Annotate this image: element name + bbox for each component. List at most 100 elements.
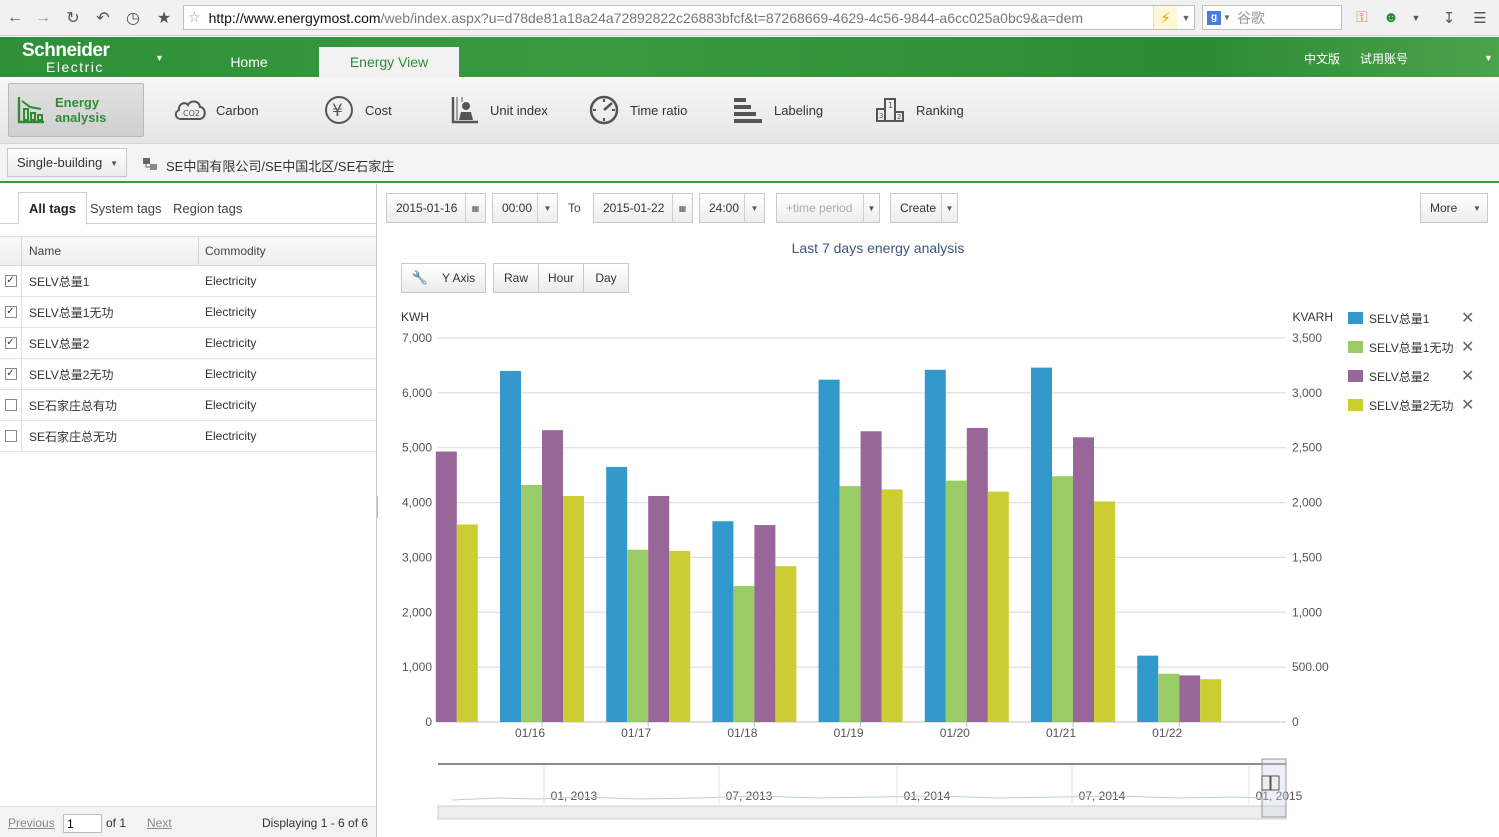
history-icon[interactable]: ◷ xyxy=(120,5,146,31)
checkbox[interactable]: ✓ xyxy=(4,306,17,318)
legend-item[interactable]: SELV总量2 ✕ xyxy=(1348,368,1474,385)
logo-line2: Electric xyxy=(46,59,104,75)
navigator-handle xyxy=(1270,775,1280,791)
remove-series-icon[interactable]: ✕ xyxy=(1461,366,1474,386)
menu-dropdown-icon[interactable]: ▼ xyxy=(1408,5,1424,30)
back-icon[interactable]: ← xyxy=(2,5,28,31)
checkbox[interactable] xyxy=(4,430,17,442)
tag-tabs: All tags System tags Region tags xyxy=(0,192,376,225)
tab-energy-view[interactable]: Energy View xyxy=(319,47,459,77)
ranking-icon: 13 2 xyxy=(872,92,908,128)
building-mode-label: Single-building xyxy=(17,155,103,170)
checkbox[interactable]: ✓ xyxy=(4,337,17,349)
tag-name: SE石家庄总有功 xyxy=(29,398,118,413)
legend-item[interactable]: SELV总量2无功 ✕ xyxy=(1348,397,1474,414)
legend-label: SELV总量1无功 xyxy=(1369,340,1454,355)
bar xyxy=(775,566,797,722)
chevron-down-icon[interactable]: ▼ xyxy=(1223,13,1231,22)
account-link[interactable]: 试用账号 xyxy=(1360,50,1408,67)
bar xyxy=(945,480,967,722)
download-icon[interactable]: ↧ xyxy=(1438,5,1460,30)
table-row[interactable]: ✓ SELV总量2 Electricity xyxy=(0,328,376,359)
legend-swatch xyxy=(1348,370,1363,382)
tag-rows: ✓ SELV总量1 Electricity ✓ SELV总量1无功 Electricity… xyxy=(0,266,376,452)
column-header-commodity[interactable]: Commodity xyxy=(199,237,376,265)
undo-icon[interactable]: ↶ xyxy=(90,5,116,31)
y-tick-label-left: 5,000 xyxy=(402,441,432,455)
tab-home[interactable]: Home xyxy=(199,47,299,77)
forward-icon[interactable]: → xyxy=(30,5,56,31)
bar xyxy=(881,489,903,722)
bar-chart: 0 1,000 2,000 3,000 4,000 5,000 6,000 7,000 0 500… xyxy=(401,310,1333,820)
tab-all-tags[interactable]: All tags xyxy=(18,192,87,225)
module-cost[interactable]: ¥ Cost xyxy=(321,83,421,137)
bar xyxy=(606,466,628,722)
checkbox[interactable] xyxy=(4,399,17,411)
schneider-logo[interactable]: Schneider Electric xyxy=(22,41,110,75)
y-tick-label-left: 6,000 xyxy=(402,386,432,400)
bar xyxy=(733,585,755,722)
legend-item[interactable]: SELV总量1无功 ✕ xyxy=(1348,339,1474,356)
speed-mode-icon[interactable]: ⚡ xyxy=(1153,6,1177,29)
remove-series-icon[interactable]: ✕ xyxy=(1461,337,1474,357)
chevron-down-icon[interactable]: ▼ xyxy=(1178,6,1194,29)
x-tick-label: 01/17 xyxy=(621,726,651,740)
address-bar[interactable]: ☆ http://www.energymost.com/web/index.as… xyxy=(183,5,1195,30)
module-labeling[interactable]: Labeling xyxy=(730,83,840,137)
chevron-down-icon[interactable]: ▼ xyxy=(155,53,164,63)
module-label: Unit index xyxy=(490,102,548,118)
tab-system-tags[interactable]: System tags xyxy=(80,192,172,224)
legend-label: SELV总量2无功 xyxy=(1369,398,1454,413)
building-bar: Single-building ▼ SE中国有限公司/SE中国北区/SE石家庄 xyxy=(0,144,1499,183)
user-icon[interactable]: ☻ xyxy=(1380,5,1402,30)
module-unit-index[interactable]: Unit index xyxy=(446,83,566,137)
table-row[interactable]: ✓ SELV总量2无功 Electricity xyxy=(0,359,376,390)
svg-text:CO2: CO2 xyxy=(183,109,200,118)
remove-series-icon[interactable]: ✕ xyxy=(1461,395,1474,415)
y-tick-label-left: 4,000 xyxy=(402,496,432,510)
bar xyxy=(669,550,691,722)
module-label: Energy analysis xyxy=(55,95,107,125)
module-energy-analysis[interactable]: Energy analysis xyxy=(8,83,144,137)
legend-item[interactable]: SELV总量1 ✕ xyxy=(1348,310,1474,327)
page-number-input[interactable] xyxy=(63,814,102,833)
chevron-down-icon[interactable]: ▼ xyxy=(1484,53,1493,63)
module-carbon[interactable]: CO2 Carbon xyxy=(172,83,282,137)
remove-series-icon[interactable]: ✕ xyxy=(1461,308,1474,328)
language-link[interactable]: 中文版 xyxy=(1304,50,1340,67)
bar xyxy=(648,495,670,722)
bar xyxy=(435,451,457,722)
previous-page-link[interactable]: Previous xyxy=(8,816,55,830)
next-page-link[interactable]: Next xyxy=(147,816,172,830)
bar xyxy=(500,370,521,722)
tag-name: SE石家庄总无功 xyxy=(29,429,118,444)
tab-label: All tags xyxy=(29,201,76,216)
hamburger-menu-icon[interactable]: ☰ xyxy=(1468,5,1492,30)
key-icon[interactable]: ⚿ xyxy=(1352,5,1372,30)
favorite-icon[interactable]: ☆ xyxy=(188,9,201,26)
module-time-ratio[interactable]: Time ratio xyxy=(586,83,696,137)
y-tick-label-left: 7,000 xyxy=(402,331,432,345)
y-tick-label-right: 0 xyxy=(1292,715,1299,729)
module-ranking[interactable]: 13 2 Ranking xyxy=(872,83,982,137)
checkbox[interactable]: ✓ xyxy=(4,275,17,287)
column-header-name[interactable]: Name xyxy=(22,237,199,265)
building-breadcrumb[interactable]: SE中国有限公司/SE中国北区/SE石家庄 xyxy=(142,156,394,175)
legend-swatch xyxy=(1348,399,1363,411)
reload-icon[interactable]: ↻ xyxy=(60,5,86,31)
google-icon: g xyxy=(1207,10,1221,25)
row-select-cell xyxy=(0,421,22,451)
row-select-cell: ✓ xyxy=(0,359,22,389)
y-tick-label-right: 2,000 xyxy=(1292,496,1322,510)
checkbox[interactable]: ✓ xyxy=(4,368,17,380)
x-tick-label: 01/22 xyxy=(1152,726,1182,740)
table-row[interactable]: ✓ SELV总量1 Electricity xyxy=(0,266,376,297)
building-mode-select[interactable]: Single-building ▼ xyxy=(7,148,127,177)
search-input[interactable]: g ▼ 谷歌 xyxy=(1202,5,1342,30)
table-row[interactable]: SE石家庄总无功 Electricity xyxy=(0,421,376,452)
table-row[interactable]: ✓ SELV总量1无功 Electricity xyxy=(0,297,376,328)
table-row[interactable]: SE石家庄总有功 Electricity xyxy=(0,390,376,421)
tab-region-tags[interactable]: Region tags xyxy=(163,192,252,224)
y-tick-label-left: 0 xyxy=(425,715,432,729)
bookmark-star-icon[interactable]: ★ xyxy=(151,5,177,31)
